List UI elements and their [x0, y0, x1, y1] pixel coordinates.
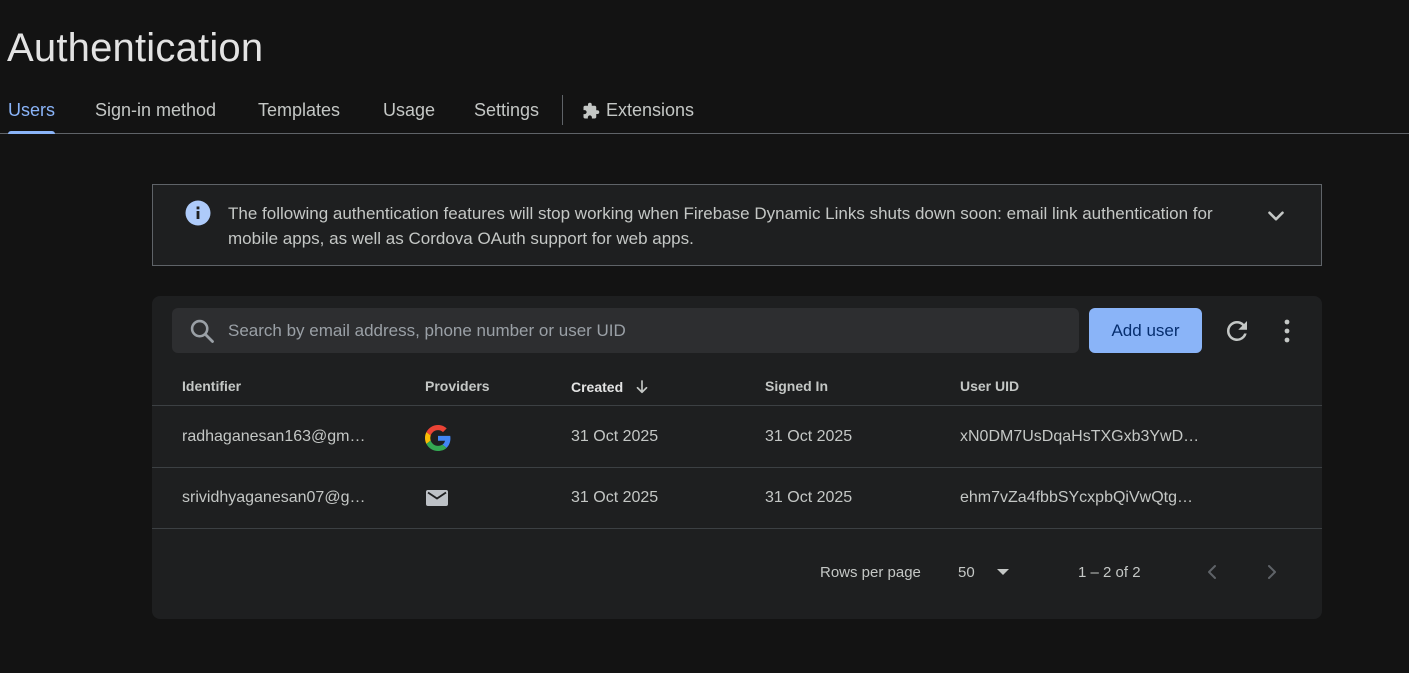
tab-bar: Users Sign-in method Templates Usage Set… [0, 88, 1409, 134]
tab-templates[interactable]: Templates [258, 88, 340, 133]
search-icon [188, 317, 216, 345]
cell-identifier: srividhyaganesan07@g… [182, 489, 366, 506]
arrow-down-icon [633, 378, 651, 396]
header-identifier: Identifier [182, 378, 242, 394]
chevron-down-icon[interactable] [1263, 203, 1289, 229]
search-input[interactable] [228, 320, 1079, 341]
tab-settings[interactable]: Settings [474, 88, 539, 133]
more-vert-icon[interactable] [1274, 316, 1300, 346]
chevron-right-icon[interactable] [1260, 560, 1284, 584]
page-range: 1 – 2 of 2 [1078, 564, 1141, 581]
header-user-uid: User UID [960, 378, 1020, 394]
cell-identifier: radhaganesan163@gm… [182, 428, 366, 445]
google-icon [425, 425, 451, 451]
users-table-card: Add user Identifier Providers Created [152, 296, 1322, 619]
tab-extensions[interactable]: Extensions [582, 88, 694, 133]
cell-user-uid: xN0DM7UsDqaHsTXGxb3YwD… [960, 428, 1200, 445]
notice-text: The following authentication features wi… [228, 204, 1213, 248]
cell-user-uid: ehm7vZa4fbbSYcxpbQiVwQtg… [960, 489, 1193, 506]
rows-per-page-label: Rows per page [820, 564, 921, 581]
extension-puzzle-icon [582, 102, 600, 120]
cell-created: 31 Oct 2025 [571, 489, 659, 506]
header-signed-in: Signed In [765, 378, 828, 394]
tab-usage[interactable]: Usage [383, 88, 435, 133]
tab-users[interactable]: Users [8, 88, 56, 134]
header-providers: Providers [425, 378, 490, 394]
dynamic-links-notice: The following authentication features wi… [152, 184, 1322, 266]
rows-per-page-select[interactable]: 50 [958, 557, 1018, 587]
chevron-left-icon[interactable] [1200, 560, 1224, 584]
refresh-icon[interactable] [1222, 316, 1252, 346]
dropdown-arrow-icon [993, 562, 1013, 582]
search-bar[interactable] [172, 308, 1079, 353]
tab-divider [562, 95, 563, 125]
table-header: Identifier Providers Created Signed In U… [152, 368, 1322, 406]
rows-per-page-value: 50 [958, 563, 975, 581]
cell-created: 31 Oct 2025 [571, 428, 659, 445]
table-row[interactable]: srividhyaganesan07@g… 31 Oct 2025 31 Oct… [152, 468, 1322, 529]
pagination: Rows per page 50 1 – 2 of 2 [152, 553, 1322, 593]
add-user-button[interactable]: Add user [1089, 308, 1202, 353]
email-icon [425, 486, 449, 510]
header-created[interactable]: Created [571, 378, 651, 396]
cell-signed-in: 31 Oct 2025 [765, 489, 853, 506]
page-title: Authentication [7, 26, 264, 70]
table-row[interactable]: radhaganesan163@gm… 31 Oct 2025 31 Oct 2… [152, 407, 1322, 468]
authentication-page: Authentication Users Sign-in method Temp… [0, 0, 1409, 673]
cell-signed-in: 31 Oct 2025 [765, 428, 853, 445]
tab-sign-in-method[interactable]: Sign-in method [95, 88, 216, 133]
header-created-label: Created [571, 379, 624, 395]
info-icon [185, 200, 211, 226]
tab-extensions-label: Extensions [606, 100, 695, 120]
